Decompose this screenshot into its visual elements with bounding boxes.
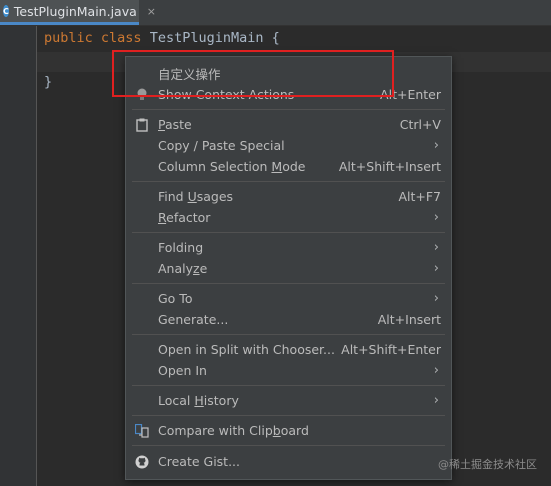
mnemonic: H [194, 393, 204, 408]
shortcut-label: Alt+Shift+Enter [341, 342, 441, 357]
label-rest: sages [196, 189, 234, 204]
close-tab-icon[interactable]: × [147, 5, 156, 18]
submenu-arrow-icon: › [433, 363, 439, 378]
submenu-arrow-icon: › [433, 240, 439, 255]
menu-item-folding[interactable]: Folding › [126, 237, 451, 258]
menu-separator [132, 334, 445, 335]
submenu-arrow-icon: › [433, 291, 439, 306]
label-start: Analy [158, 261, 194, 276]
menu-item-label: Compare with Clipboard [158, 423, 309, 438]
menu-item-label: Copy / Paste Special [158, 138, 285, 153]
menu-separator [132, 415, 445, 416]
label-start: Compare with Clip [158, 423, 273, 438]
menu-item-compare-with-clipboard[interactable]: Compare with Clipboard [126, 420, 451, 441]
label-start: Local [158, 393, 195, 408]
menu-separator [132, 181, 445, 182]
menu-separator [132, 445, 445, 446]
menu-item-column-selection-mode[interactable]: Column Selection Mode Alt+Shift+Insert [126, 156, 451, 177]
label-start: Column Selection [158, 159, 272, 174]
menu-item-paste[interactable]: Paste Ctrl+V [126, 114, 451, 135]
menu-item-label: Open In [158, 363, 207, 378]
shortcut-label: Alt+Shift+Insert [338, 159, 441, 174]
editor-gutter [0, 26, 37, 486]
lightbulb-icon [135, 88, 149, 102]
menu-item-go-to[interactable]: Go To › [126, 288, 451, 309]
compare-icon [135, 423, 149, 438]
shortcut-label: Alt+F7 [398, 189, 441, 204]
label-rest: e [199, 261, 208, 276]
menu-item-show-context-actions[interactable]: Show Context Actions Alt+Enter [126, 84, 451, 105]
submenu-arrow-icon: › [433, 261, 439, 276]
clipboard-icon [135, 118, 149, 132]
github-icon [135, 455, 149, 469]
label-rest: oard [280, 423, 309, 438]
menu-item-find-usages[interactable]: Find Usages Alt+F7 [126, 186, 451, 207]
menu-item-local-history[interactable]: Local History › [126, 390, 451, 411]
menu-item-label: Refactor [158, 210, 210, 225]
menu-item-open-in-split[interactable]: Open in Split with Chooser... Alt+Shift+… [126, 339, 451, 360]
code-line-class-declaration[interactable]: public class TestPluginMain { [44, 30, 280, 46]
mnemonic: M [271, 159, 283, 174]
menu-item-create-gist[interactable]: Create Gist... [126, 451, 451, 472]
menu-separator [132, 385, 445, 386]
shortcut-label: Alt+Insert [377, 312, 441, 327]
menu-item-refactor[interactable]: Refactor › [126, 207, 451, 228]
tab-label: TestPluginMain.java [13, 3, 137, 19]
menu-item-custom-action[interactable]: 自定义操作 [126, 63, 451, 84]
menu-item-open-in[interactable]: Open In › [126, 360, 451, 381]
menu-item-analyze[interactable]: Analyze › [126, 258, 451, 279]
menu-item-generate[interactable]: Generate... Alt+Insert [126, 309, 451, 330]
menu-separator [132, 283, 445, 284]
mnemonic: b [272, 423, 281, 438]
mnemonic: R [158, 210, 167, 225]
menu-item-label: Paste [158, 117, 192, 132]
label-rest: efactor [166, 210, 211, 225]
class-name: TestPluginMain { [141, 30, 280, 46]
menu-item-label: Show Context Actions [158, 87, 295, 102]
label-rest: ode [282, 159, 306, 174]
menu-item-label: Folding [158, 240, 204, 255]
label-rest: istory [203, 393, 239, 408]
label-start: Find [158, 189, 188, 204]
code-line-closing-brace[interactable]: } [44, 74, 52, 90]
menu-item-label: Analyze [158, 261, 207, 276]
submenu-arrow-icon: › [433, 138, 439, 153]
menu-item-label: Create Gist... [158, 454, 241, 469]
menu-item-label: Local History [158, 393, 239, 408]
menu-item-label: Column Selection Mode [158, 159, 306, 174]
submenu-arrow-icon: › [433, 210, 439, 225]
shortcut-label: Alt+Enter [380, 87, 441, 102]
shortcut-label: Ctrl+V [399, 117, 441, 132]
menu-item-copy-paste-special[interactable]: Copy / Paste Special › [126, 135, 451, 156]
label-rest: aste [164, 117, 192, 132]
menu-item-label: Open in Split with Chooser... [158, 342, 335, 357]
menu-item-label: Find Usages [158, 189, 233, 204]
tab-test-plugin-main[interactable]: C TestPluginMain.java × [0, 0, 156, 25]
keyword-public: public [44, 30, 93, 46]
submenu-arrow-icon: › [433, 393, 439, 408]
menu-item-label: Generate... [158, 312, 229, 327]
editor-context-menu: 自定义操作 Show Context Actions Alt+Enter Pas… [125, 56, 452, 480]
menu-separator [132, 232, 445, 233]
menu-item-label: 自定义操作 [158, 67, 221, 82]
watermark: @稀土掘金技术社区 [438, 458, 537, 471]
menu-item-label: Go To [158, 291, 193, 306]
editor-tab-bar: C TestPluginMain.java × [0, 0, 551, 26]
mnemonic: U [187, 189, 197, 204]
mnemonic: P [158, 117, 165, 132]
java-class-icon: C [3, 5, 9, 17]
keyword-class: class [100, 30, 142, 46]
menu-separator [132, 109, 445, 110]
